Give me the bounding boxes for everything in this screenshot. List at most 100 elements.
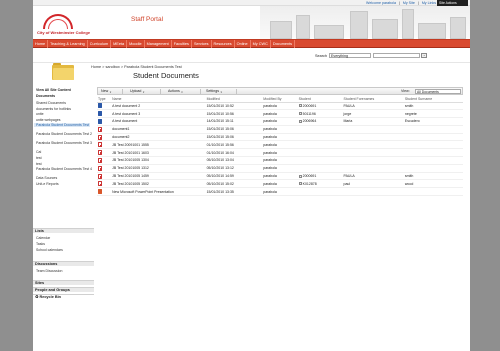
nav-item-online[interactable]: Online <box>235 40 251 48</box>
nav-item-home[interactable]: Home <box>33 40 49 48</box>
table-row[interactable]: document1 15/01/2010 15:06 parabola <box>97 125 463 134</box>
welcome-menu[interactable]: Welcome parabola <box>366 1 396 5</box>
new-menu[interactable]: New <box>101 89 112 94</box>
table-row[interactable]: JB Test 20101005 1459 05/10/2010 14:59 par… <box>97 172 463 181</box>
leftnav-item-shared-documents[interactable]: Shared Documents <box>36 101 66 105</box>
leftnav-item-documents-for-hotlinks[interactable]: documents for hotlinks <box>36 107 71 111</box>
settings-menu[interactable]: Settings <box>206 89 223 94</box>
pdf-file-icon[interactable] <box>98 134 102 140</box>
upload-menu[interactable]: Upload <box>130 89 145 94</box>
pdf-file-icon[interactable] <box>98 126 102 132</box>
presence-icon[interactable] <box>298 104 302 108</box>
leftnav-item-unite-webpages[interactable]: unite webpages <box>36 118 61 122</box>
leftnav-item-parabola-student-documents-test[interactable]: Parabola Student Documents Test <box>34 123 90 128</box>
sites-heading[interactable]: Sites <box>33 280 94 285</box>
table-row[interactable]: JB Test 20101001 1603 01/10/2010 16:04 par… <box>97 148 463 158</box>
nav-item-moodle[interactable]: Moodle <box>127 40 145 48</box>
document-name-link[interactable]: New Microsoft PowerPoint Presentation <box>112 190 174 194</box>
pdf-file-icon[interactable] <box>98 150 102 156</box>
document-name-link[interactable]: JB Test 20101005 1502 <box>112 182 149 186</box>
student-id[interactable]: K012878 <box>303 182 317 186</box>
document-name-link[interactable]: A test document 3 <box>112 112 140 116</box>
leftnav-item-tasks[interactable]: Tasks <box>36 242 45 246</box>
document-name-link[interactable]: A test document 2 <box>112 104 140 108</box>
view-all-site-content-link[interactable]: View All Site Content <box>36 88 71 92</box>
leftnav-item-calendar[interactable]: Calendar <box>36 236 50 240</box>
modified-by-cell[interactable]: parabola <box>262 133 298 142</box>
student-id[interactable]: 2000691 <box>303 104 317 108</box>
table-row[interactable]: JB Test 20091001 1555 01/10/2010 15:56 par… <box>97 140 463 150</box>
student-id[interactable]: 2006964 <box>303 119 317 123</box>
modified-by-cell[interactable]: parabola <box>262 117 298 126</box>
modified-by-cell[interactable]: parabola <box>262 172 298 181</box>
actions-menu[interactable]: Actions <box>168 89 184 94</box>
people-and-groups-heading[interactable]: People and Groups <box>33 287 94 292</box>
leftnav-item-parabola-student-documents-test-4[interactable]: Parabola Student Documents Test 4 <box>36 167 92 171</box>
leftnav-item-data-sources[interactable]: Data Sources <box>36 176 57 180</box>
modified-by-cell[interactable]: parabola <box>262 179 298 189</box>
student-id[interactable]: 2000691 <box>303 174 317 178</box>
leftnav-item-school-calendars[interactable]: School calendars <box>36 248 63 252</box>
search-go-icon[interactable]: → <box>421 53 427 58</box>
document-name-link[interactable]: JB Test 20101001 1603 <box>112 151 149 155</box>
modified-by-cell[interactable]: parabola <box>262 140 298 150</box>
table-row[interactable]: A test document 3 15/01/2010 10:56 parabol… <box>97 109 463 119</box>
word-file-icon[interactable] <box>98 118 102 124</box>
document-name-link[interactable]: document1 <box>112 127 129 131</box>
documents-heading[interactable]: Documents <box>36 94 55 98</box>
nav-item-my-cwc[interactable]: My CWC <box>251 40 271 48</box>
search-input[interactable] <box>373 53 420 58</box>
table-row[interactable]: JB Test 20101005 1304 05/10/2010 13:04 par… <box>97 156 463 165</box>
nav-item-resources[interactable]: Resources <box>212 40 235 48</box>
leftnav-item-cal[interactable]: Cal <box>36 150 41 154</box>
nav-item-management[interactable]: Management <box>145 40 172 48</box>
recycle-bin-link[interactable]: ♻ Recycle Bin <box>33 294 94 299</box>
leftnav-item-parabola-student-documents-test-2[interactable]: Parabola Student Documents Test 2 <box>36 132 92 136</box>
document-name-link[interactable]: document2 <box>112 135 129 139</box>
word-file-icon[interactable] <box>98 103 102 109</box>
lists-heading[interactable]: Lists <box>33 228 94 233</box>
my-site-link[interactable]: My Site <box>403 1 415 5</box>
modified-by-cell[interactable]: parabola <box>262 187 298 197</box>
presence-icon[interactable] <box>298 174 302 178</box>
presence-icon[interactable] <box>298 182 302 186</box>
leftnav-item-test[interactable]: test <box>36 156 42 160</box>
breadcrumb[interactable]: Home > sandbox > Parabola Student Docume… <box>91 65 182 69</box>
ppt-file-icon[interactable] <box>98 189 102 195</box>
leftnav-item-unit-e-reports[interactable]: Unit-e Reports <box>36 182 59 186</box>
table-row[interactable]: New Microsoft PowerPoint Presentation 15/… <box>97 187 463 197</box>
nav-item-meeta[interactable]: MEeta <box>111 40 128 48</box>
table-row[interactable]: A test document 2 15/01/2010 10:52 parabol… <box>97 102 463 111</box>
nav-item-teaching-learning[interactable]: Teaching & Learning <box>48 40 88 48</box>
pdf-file-icon[interactable] <box>98 157 102 163</box>
document-name-link[interactable]: JB Test 20101005 1312 <box>112 166 149 170</box>
nav-item-documents[interactable]: Documents <box>271 40 296 48</box>
document-name-link[interactable]: JB Test 20101005 1304 <box>112 158 149 162</box>
modified-by-cell[interactable]: parabola <box>262 102 298 111</box>
view-select[interactable]: All Documents <box>415 89 461 94</box>
college-logo[interactable]: City of Westminster College <box>37 14 90 36</box>
modified-by-cell[interactable]: parabola <box>262 148 298 158</box>
pdf-file-icon[interactable] <box>98 181 102 187</box>
modified-by-cell[interactable]: parabola <box>262 109 298 119</box>
leftnav-item-test[interactable]: test <box>36 162 42 166</box>
table-row[interactable]: A test document 14/01/2010 15:11 parabola 2… <box>97 117 463 126</box>
discussions-heading[interactable]: Discussions <box>33 261 94 266</box>
word-file-icon[interactable] <box>98 111 102 117</box>
document-name-link[interactable]: JB Test 20091001 1555 <box>112 143 149 147</box>
modified-by-cell[interactable]: parabola <box>262 164 298 173</box>
table-row[interactable]: JB Test 20101005 1312 05/10/2010 13:12 par… <box>97 164 463 173</box>
leftnav-item-parabola-student-documents-test-3[interactable]: Parabola Student Documents Test 3 <box>36 141 92 145</box>
pdf-file-icon[interactable] <box>98 142 102 148</box>
leftnav-item-unite[interactable]: unite <box>36 112 44 116</box>
nav-item-services[interactable]: Services <box>192 40 212 48</box>
nav-item-faculties[interactable]: Faculties <box>172 40 192 48</box>
table-row[interactable]: document2 15/01/2010 15:06 parabola <box>97 133 463 142</box>
leftnav-item-team-discussion[interactable]: Team Discussion <box>36 269 62 273</box>
document-name-link[interactable]: A test document <box>112 119 137 123</box>
table-row[interactable]: JB Test 20101005 1502 05/10/2010 15:02 par… <box>97 179 463 189</box>
document-name-link[interactable]: JB Test 20101005 1459 <box>112 174 149 178</box>
search-scope-select[interactable]: Everything <box>329 53 371 58</box>
my-links-menu[interactable]: My Links <box>422 1 436 5</box>
nav-item-curriculum[interactable]: Curriculum <box>88 40 112 48</box>
